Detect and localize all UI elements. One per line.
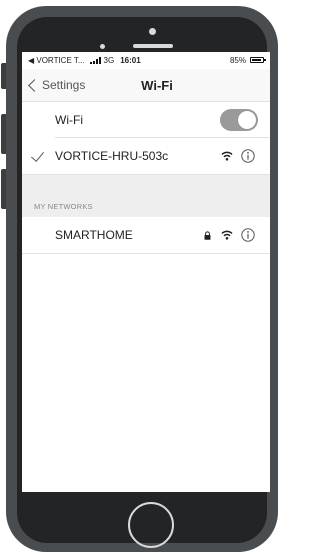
mute-switch <box>1 63 6 89</box>
sensor-dot <box>100 44 105 49</box>
wifi-toggle-row: Wi-Fi <box>22 102 270 138</box>
info-icon[interactable] <box>241 149 255 163</box>
network-name: SMARTHOME <box>55 228 133 242</box>
earpiece-speaker <box>133 44 173 48</box>
volume-up-button <box>1 114 6 154</box>
network-type: 3G <box>103 56 115 65</box>
phone-screen: ◀ VORTICE T... 3G 16:01 85% Settings Wi-… <box>22 52 270 492</box>
navigation-bar: Settings Wi-Fi <box>22 69 270 102</box>
cellular-signal-icon <box>89 57 101 64</box>
front-camera <box>149 28 156 35</box>
wifi-toggle-switch[interactable] <box>220 109 258 131</box>
lock-icon <box>204 231 211 240</box>
battery-percent: 85% <box>229 56 246 65</box>
status-time: 16:01 <box>120 56 141 65</box>
toggle-knob <box>238 111 256 129</box>
volume-down-button <box>1 169 6 209</box>
home-button[interactable] <box>128 502 174 548</box>
wifi-signal-icon <box>221 151 233 161</box>
back-to-app-link[interactable]: ◀ VORTICE T... <box>28 56 85 65</box>
wifi-toggle-label: Wi-Fi <box>55 113 83 127</box>
network-list-item[interactable]: SMARTHOME <box>22 217 270 254</box>
page-title: Wi-Fi <box>141 78 173 93</box>
section-header-label: MY NETWORKS <box>34 202 93 211</box>
networks-section-header: MY NETWORKS <box>22 174 270 218</box>
connected-network-row[interactable]: VORTICE-HRU-503c <box>22 138 270 174</box>
info-icon[interactable] <box>241 228 255 242</box>
connected-network-name: VORTICE-HRU-503c <box>55 149 169 163</box>
status-bar: ◀ VORTICE T... 3G 16:01 85% <box>22 52 270 69</box>
wifi-signal-icon <box>221 230 233 240</box>
battery-icon <box>250 57 266 63</box>
checkmark-icon <box>30 148 45 162</box>
